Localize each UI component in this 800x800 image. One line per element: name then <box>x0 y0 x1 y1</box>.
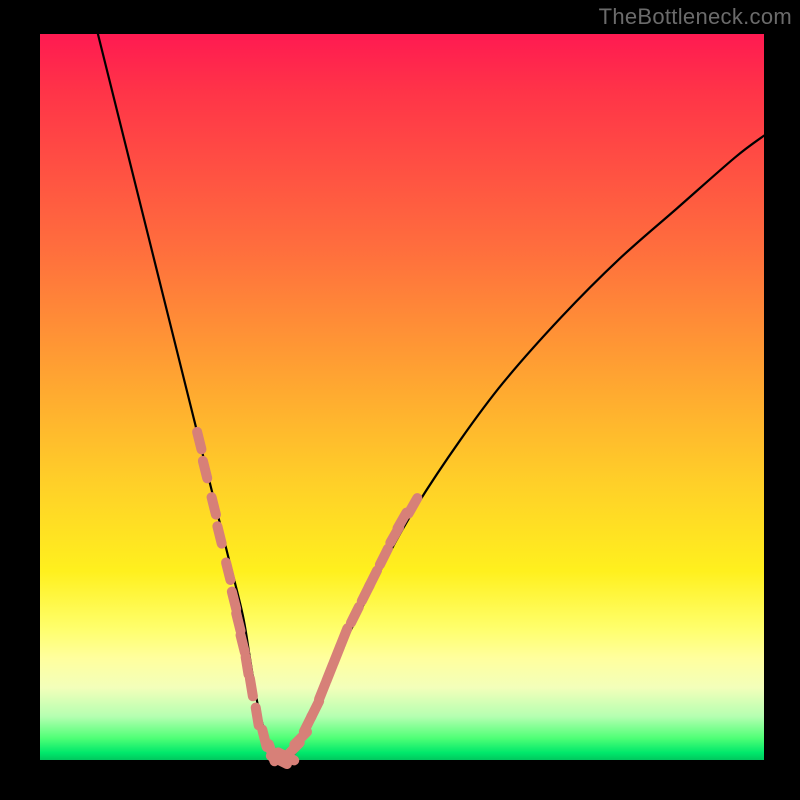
marker-dash <box>203 461 207 478</box>
marker-dash <box>408 498 417 514</box>
marker-dash <box>212 497 216 514</box>
marker-dash <box>241 635 245 652</box>
marker-dash <box>380 549 388 565</box>
watermark-text: TheBottleneck.com <box>599 4 792 30</box>
chart-frame: TheBottleneck.com <box>0 0 800 800</box>
marker-dash <box>369 570 377 586</box>
marker-dash <box>236 613 240 630</box>
highlighted-markers <box>197 432 417 764</box>
marker-dash <box>197 432 201 449</box>
marker-dash <box>351 607 359 623</box>
marker-dash <box>250 679 253 697</box>
marker-dash <box>246 657 249 675</box>
chart-plot-area <box>40 34 764 760</box>
marker-dash <box>226 563 230 580</box>
marker-dash <box>232 592 236 609</box>
marker-dash <box>217 526 221 543</box>
marker-dash <box>256 708 259 726</box>
marker-dash <box>341 628 348 645</box>
bottleneck-curve <box>40 0 764 760</box>
chart-svg <box>40 34 764 760</box>
